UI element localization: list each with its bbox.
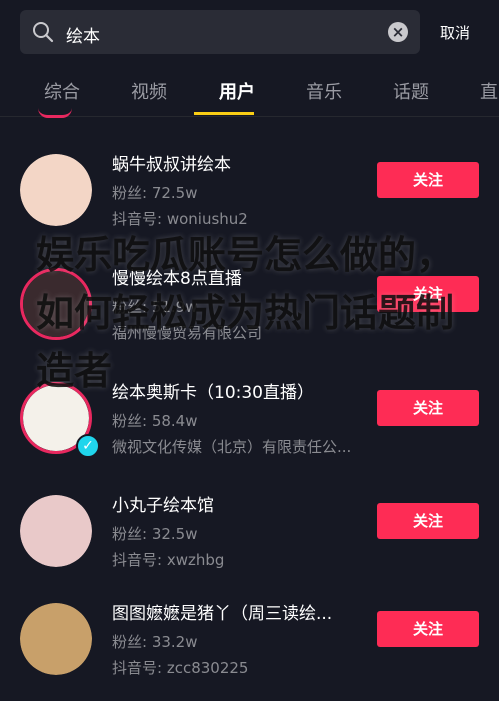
avatar[interactable] (20, 154, 92, 226)
avatar-image (20, 495, 92, 567)
user-subline: 微视文化传媒（北京）有限责任公... (112, 438, 352, 456)
avatar[interactable] (20, 495, 92, 567)
avatar[interactable] (20, 268, 92, 340)
verified-badge-icon: ✓ (76, 434, 100, 458)
user-name: 图图嬷嬷是猪丫（周三读绘... (112, 604, 333, 624)
active-tab-indicator (194, 112, 254, 115)
follow-button[interactable]: 关注 (377, 162, 479, 198)
follow-button[interactable]: 关注 (377, 611, 479, 647)
search-input[interactable]: 绘本 (66, 22, 100, 47)
user-row[interactable]: 慢慢绘本8点直播 粉丝: 51.9w 福州慢慢贸易有限公司 关注 (0, 258, 499, 368)
avatar[interactable] (20, 603, 92, 675)
user-name: 绘本奥斯卡（10:30直播） (112, 383, 314, 403)
user-subline: 福州慢慢贸易有限公司 (112, 324, 263, 342)
tab-music[interactable]: 音乐 (306, 78, 342, 104)
fans-count: 粉丝: 72.5w (112, 184, 198, 202)
search-icon (33, 22, 54, 43)
clear-icon[interactable]: × (388, 22, 408, 42)
follow-button[interactable]: 关注 (377, 276, 479, 312)
tab-topics[interactable]: 话题 (393, 78, 429, 104)
avatar-image (20, 154, 92, 226)
user-subline: 抖音号: woniushu2 (112, 210, 248, 228)
follow-button[interactable]: 关注 (377, 390, 479, 426)
user-row[interactable]: ✓ 绘本奥斯卡（10:30直播） 粉丝: 58.4w 微视文化传媒（北京）有限责任公.… (0, 372, 499, 482)
user-name: 小丸子绘本馆 (112, 496, 214, 516)
cancel-button[interactable]: 取消 (440, 22, 470, 43)
previous-avatar-edge (38, 108, 72, 118)
tab-comprehensive[interactable]: 综合 (44, 78, 80, 104)
search-bar[interactable]: 绘本 × (20, 10, 420, 54)
fans-count: 粉丝: 51.9w (112, 298, 198, 316)
fans-count: 粉丝: 33.2w (112, 633, 198, 651)
tab-users[interactable]: 用户 (219, 78, 255, 104)
user-subline: 抖音号: zcc830225 (112, 659, 249, 677)
avatar-image (20, 603, 92, 675)
user-name: 蜗牛叔叔讲绘本 (112, 155, 231, 175)
user-row[interactable]: 图图嬷嬷是猪丫（周三读绘... 粉丝: 33.2w 抖音号: zcc830225 关注 (0, 593, 499, 701)
fans-count: 粉丝: 58.4w (112, 412, 198, 430)
user-name: 慢慢绘本8点直播 (112, 269, 242, 289)
tab-live[interactable]: 直 (480, 78, 498, 104)
follow-button[interactable]: 关注 (377, 503, 479, 539)
user-row[interactable]: 小丸子绘本馆 粉丝: 32.5w 抖音号: xwzhbg 关注 (0, 485, 499, 595)
user-subline: 抖音号: xwzhbg (112, 551, 225, 569)
tab-bar: 综合 视频 用户 音乐 话题 直 (0, 64, 499, 116)
fans-count: 粉丝: 32.5w (112, 525, 198, 543)
avatar-image (23, 271, 89, 337)
tab-videos[interactable]: 视频 (131, 78, 167, 104)
user-row[interactable]: 蜗牛叔叔讲绘本 粉丝: 72.5w 抖音号: woniushu2 关注 (0, 144, 499, 254)
tabs-divider (0, 116, 499, 117)
